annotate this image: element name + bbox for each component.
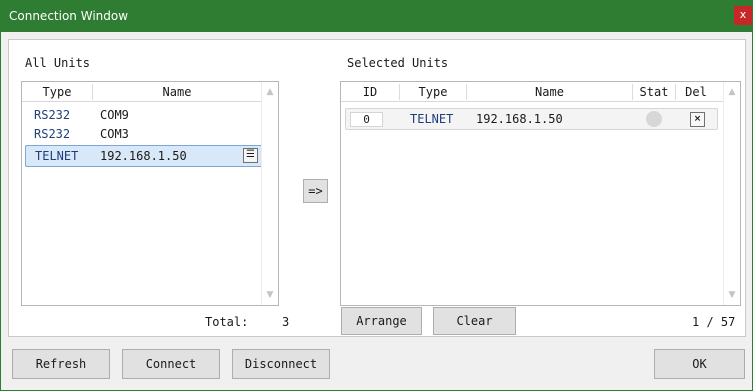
ok-button[interactable]: OK: [654, 349, 745, 379]
page-indicator: 1 / 57: [692, 315, 736, 329]
menu-icon[interactable]: ☰: [243, 148, 258, 163]
selected-units-label: Selected Units: [347, 56, 449, 70]
column-header-id[interactable]: ID: [341, 85, 399, 99]
unit-type: TELNET: [35, 149, 79, 163]
content-panel: All Units Type Name RS232 COM9 RS232 COM…: [8, 39, 746, 337]
total-label: Total:: [205, 315, 249, 329]
delete-icon[interactable]: ×: [690, 112, 705, 127]
list-item[interactable]: RS232 COM3: [26, 125, 262, 143]
column-header-del[interactable]: Del: [676, 85, 716, 99]
window-title: Connection Window: [9, 9, 129, 23]
close-icon: x: [739, 8, 747, 21]
list-item-selected[interactable]: TELNET 192.168.1.50 ☰: [25, 145, 263, 167]
connect-button[interactable]: Connect: [122, 349, 220, 379]
selected-units-scrollbar[interactable]: ▲ ▼: [723, 82, 740, 305]
column-header-name[interactable]: Name: [93, 85, 261, 99]
refresh-label: Refresh: [35, 357, 87, 371]
disconnect-button[interactable]: Disconnect: [232, 349, 330, 379]
scroll-up-icon[interactable]: ▲: [724, 84, 740, 100]
connection-window: Connection Window x All Units Type Name …: [0, 0, 753, 391]
status-indicator: [646, 111, 662, 127]
disconnect-label: Disconnect: [244, 357, 318, 371]
refresh-button[interactable]: Refresh: [12, 349, 110, 379]
title-bar: Connection Window x: [1, 1, 752, 32]
unit-name: 192.168.1.50: [476, 112, 563, 126]
unit-name: COM9: [100, 108, 129, 122]
connect-label: Connect: [145, 357, 197, 371]
clear-button[interactable]: Clear: [433, 307, 516, 335]
selected-units-header: ID Type Name Stat Del: [341, 82, 724, 102]
all-units-scrollbar[interactable]: ▲ ▼: [261, 82, 278, 305]
arrange-button[interactable]: Arrange: [341, 307, 422, 335]
clear-label: Clear: [456, 314, 493, 328]
scroll-down-icon[interactable]: ▼: [724, 287, 740, 303]
unit-type: TELNET: [410, 112, 454, 126]
unit-name: COM3: [100, 127, 129, 141]
total-value: 3: [282, 315, 290, 329]
all-units-list[interactable]: Type Name RS232 COM9 RS232 COM3 TELNET 1…: [21, 81, 279, 306]
column-header-type[interactable]: Type: [22, 85, 92, 99]
add-to-selected-button[interactable]: =>: [303, 179, 328, 203]
scroll-down-icon[interactable]: ▼: [262, 287, 278, 303]
column-header-stat[interactable]: Stat: [633, 85, 675, 99]
unit-type: RS232: [34, 127, 71, 141]
table-row[interactable]: 0 TELNET 192.168.1.50 ×: [345, 108, 718, 130]
list-item[interactable]: RS232 COM9: [26, 106, 262, 124]
all-units-label: All Units: [25, 56, 91, 70]
unit-name: 192.168.1.50: [100, 149, 187, 163]
ok-label: OK: [692, 357, 707, 371]
all-units-header: Type Name: [22, 82, 262, 102]
scroll-up-icon[interactable]: ▲: [262, 84, 278, 100]
column-header-type[interactable]: Type: [400, 85, 466, 99]
add-to-selected-label: =>: [308, 184, 323, 198]
column-header-name[interactable]: Name: [467, 85, 632, 99]
unit-id-field[interactable]: 0: [350, 112, 383, 127]
selected-units-list[interactable]: ID Type Name Stat Del 0 TELNET 192.168.1…: [340, 81, 741, 306]
arrange-label: Arrange: [356, 314, 407, 328]
unit-type: RS232: [34, 108, 71, 122]
close-button[interactable]: x: [734, 6, 752, 25]
